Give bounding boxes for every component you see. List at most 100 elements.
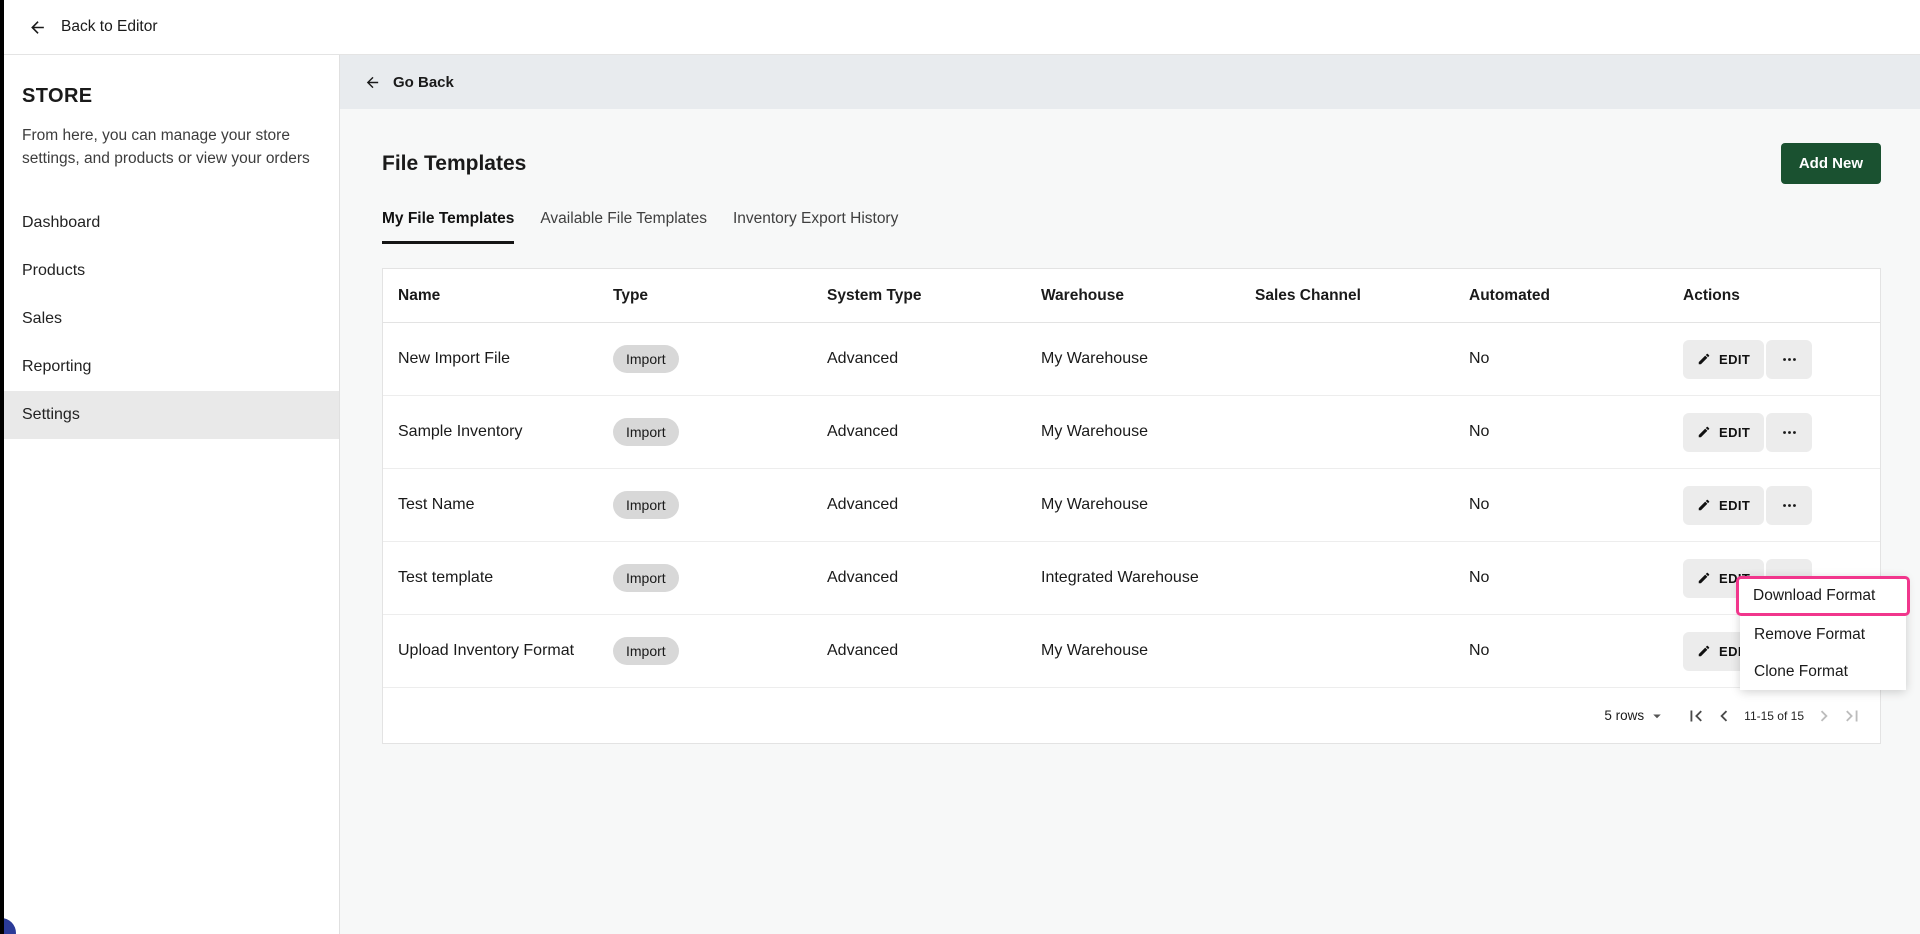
- sidebar-description: From here, you can manage your store set…: [22, 127, 310, 168]
- type-badge: Import: [613, 418, 679, 446]
- cell-warehouse: Integrated Warehouse: [1041, 569, 1199, 586]
- sidebar-item-products[interactable]: Products: [0, 247, 339, 295]
- sidebar-item-reporting[interactable]: Reporting: [0, 343, 339, 391]
- cell-warehouse: My Warehouse: [1041, 642, 1148, 659]
- next-page-button[interactable]: [1810, 702, 1838, 730]
- pencil-icon: [1697, 425, 1711, 439]
- go-back-bar[interactable]: Go Back: [340, 55, 1920, 109]
- table-footer: 5 rows 11-15 of 15: [383, 688, 1880, 743]
- cell-name: Test Name: [398, 496, 475, 513]
- edit-label: EDIT: [1719, 497, 1751, 513]
- cell-system-type: Advanced: [827, 569, 899, 586]
- chevron-down-icon: [1648, 707, 1666, 725]
- cell-system-type: Advanced: [827, 350, 899, 367]
- tab-available-file-templates[interactable]: Available File Templates: [540, 210, 707, 244]
- pagination-range-label: 11-15 of 15: [1744, 708, 1804, 723]
- type-badge: Import: [613, 637, 679, 665]
- cell-name: Test template: [398, 569, 494, 586]
- cell-system-type: Advanced: [827, 423, 899, 440]
- pencil-icon: [1697, 571, 1711, 585]
- table-row: Test Name Import Advanced My Warehouse N…: [383, 469, 1880, 542]
- cell-automated: No: [1469, 642, 1490, 659]
- sidebar-item-settings[interactable]: Settings: [0, 390, 339, 439]
- column-header-warehouse: Warehouse: [1041, 286, 1124, 304]
- cell-system-type: Advanced: [827, 496, 899, 513]
- column-header-name: Name: [398, 286, 441, 304]
- file-templates-table: Name Type System Type Warehouse Sales Ch…: [382, 268, 1881, 744]
- ellipsis-icon: [1781, 497, 1798, 514]
- edit-button[interactable]: EDIT: [1683, 412, 1765, 452]
- go-back-label: Go Back: [393, 73, 454, 91]
- menu-item-remove-format[interactable]: Remove Format: [1740, 616, 1906, 653]
- tab-my-file-templates[interactable]: My File Templates: [382, 210, 515, 244]
- pencil-icon: [1697, 498, 1711, 512]
- cell-name: New Import File: [398, 350, 511, 367]
- top-bar: Back to Editor: [0, 0, 1920, 55]
- main-panel: Go Back File Templates Add New My File T…: [340, 55, 1920, 934]
- more-actions-button[interactable]: [1766, 485, 1813, 525]
- table-row: Test template Import Advanced Integrated…: [383, 542, 1880, 615]
- back-to-editor-link[interactable]: Back to Editor: [61, 18, 158, 36]
- type-badge: Import: [613, 564, 679, 592]
- cell-warehouse: My Warehouse: [1041, 423, 1148, 440]
- column-header-system-type: System Type: [827, 286, 922, 304]
- column-header-actions: Actions: [1683, 286, 1740, 304]
- sidebar-item-dashboard[interactable]: Dashboard: [0, 199, 339, 247]
- store-sidebar: STORE From here, you can manage your sto…: [0, 55, 340, 934]
- cell-automated: No: [1469, 569, 1490, 586]
- cell-type: Import: [613, 564, 827, 592]
- cell-system-type: Advanced: [827, 642, 899, 659]
- column-header-sales-channel: Sales Channel: [1255, 286, 1361, 304]
- cell-type: Import: [613, 418, 827, 446]
- cell-actions: EDIT: [1683, 339, 1880, 379]
- tab-bar: My File Templates Available File Templat…: [382, 210, 1881, 244]
- page-title: File Templates: [382, 151, 527, 175]
- pencil-icon: [1697, 644, 1711, 658]
- back-arrow-icon[interactable]: [28, 18, 47, 37]
- menu-item-download-format[interactable]: Download Format: [1736, 576, 1910, 616]
- last-page-button[interactable]: [1838, 702, 1866, 730]
- sidebar-item-sales[interactable]: Sales: [0, 295, 339, 343]
- previous-page-button[interactable]: [1710, 702, 1738, 730]
- row-actions-menu: Download Format Remove Format Clone Form…: [1736, 576, 1910, 690]
- cell-warehouse: My Warehouse: [1041, 496, 1148, 513]
- cell-automated: No: [1469, 350, 1490, 367]
- edit-button[interactable]: EDIT: [1683, 485, 1765, 525]
- go-back-arrow-icon: [364, 74, 381, 91]
- ellipsis-icon: [1781, 351, 1798, 368]
- table-row: New Import File Import Advanced My Wareh…: [383, 323, 1880, 396]
- table-row: Upload Inventory Format Import Advanced …: [383, 615, 1880, 688]
- edit-button[interactable]: EDIT: [1683, 339, 1765, 379]
- cell-actions: EDIT: [1683, 412, 1880, 452]
- cell-name: Sample Inventory: [398, 423, 523, 440]
- page-content: File Templates Add New My File Templates…: [340, 109, 1920, 744]
- first-page-button[interactable]: [1682, 702, 1710, 730]
- cell-name: Upload Inventory Format: [398, 642, 575, 659]
- cell-automated: No: [1469, 423, 1490, 440]
- cell-automated: No: [1469, 496, 1490, 513]
- type-badge: Import: [613, 345, 679, 373]
- rows-per-page-select[interactable]: 5 rows: [1604, 707, 1666, 725]
- ellipsis-icon: [1781, 424, 1798, 441]
- cell-actions: EDIT: [1683, 485, 1880, 525]
- add-new-button[interactable]: Add New: [1780, 143, 1881, 184]
- more-actions-button[interactable]: [1766, 339, 1813, 379]
- type-badge: Import: [613, 491, 679, 519]
- cell-type: Import: [613, 491, 827, 519]
- column-header-type: Type: [613, 286, 649, 304]
- column-header-automated: Automated: [1469, 286, 1550, 304]
- cell-warehouse: My Warehouse: [1041, 350, 1148, 367]
- table-row: Sample Inventory Import Advanced My Ware…: [383, 396, 1880, 469]
- window-edge: [0, 0, 4, 934]
- sidebar-title: STORE: [22, 85, 93, 107]
- edit-label: EDIT: [1719, 424, 1751, 440]
- cell-type: Import: [613, 345, 827, 373]
- edit-label: EDIT: [1719, 351, 1751, 367]
- pencil-icon: [1697, 352, 1711, 366]
- tab-inventory-export-history[interactable]: Inventory Export History: [733, 210, 898, 244]
- more-actions-button[interactable]: [1766, 412, 1813, 452]
- table-header-row: Name Type System Type Warehouse Sales Ch…: [383, 269, 1880, 323]
- rows-per-page-label: 5 rows: [1604, 708, 1645, 723]
- cell-type: Import: [613, 637, 827, 665]
- menu-item-clone-format[interactable]: Clone Format: [1740, 653, 1906, 690]
